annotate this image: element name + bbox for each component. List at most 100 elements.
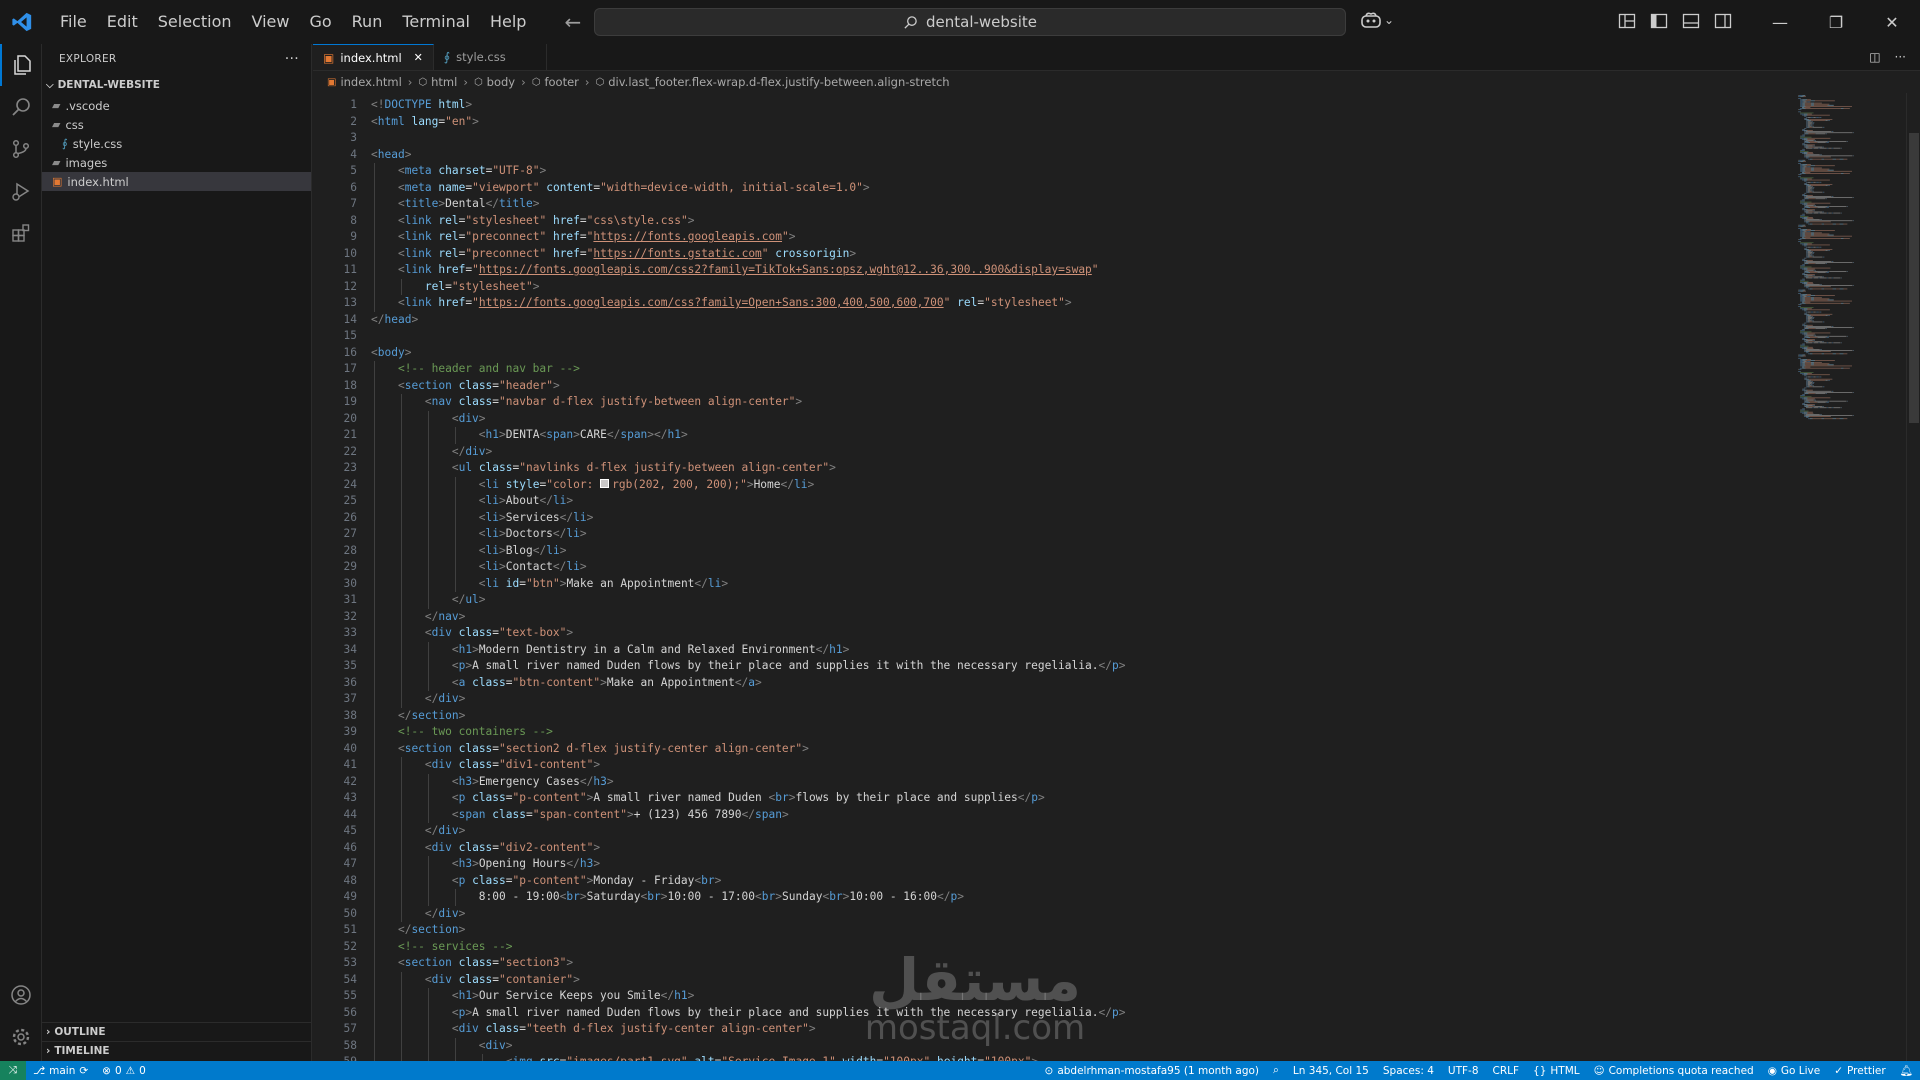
language-mode[interactable]: {} HTML	[1526, 1061, 1587, 1080]
minimize-icon[interactable]: —	[1752, 0, 1808, 44]
close-icon[interactable]: ✕	[1864, 0, 1920, 44]
code-line[interactable]: <!-- two containers -->	[371, 724, 553, 741]
manage-gear-icon[interactable]	[0, 1016, 42, 1058]
menu-selection[interactable]: Selection	[148, 7, 242, 37]
tree-item-images[interactable]: ▰ images	[42, 153, 311, 172]
menu-terminal[interactable]: Terminal	[392, 7, 480, 37]
close-icon[interactable]: ✕	[414, 51, 423, 64]
split-editor-icon[interactable]: ◫	[1869, 50, 1880, 64]
copilot-status[interactable]: ☺ Completions quota reached	[1587, 1061, 1761, 1080]
tree-item-css[interactable]: ▰ css	[42, 115, 311, 134]
code-line[interactable]: </div>	[371, 444, 492, 461]
code-line[interactable]: <link rel="preconnect" href="https://fon…	[371, 229, 796, 246]
restore-icon[interactable]: ❐	[1808, 0, 1864, 44]
minimap[interactable]	[1794, 93, 1906, 423]
code-line[interactable]: 8:00 - 19:00<br>Saturday<br>10:00 - 17:0…	[371, 889, 964, 906]
color-swatch[interactable]	[600, 478, 610, 488]
code-line[interactable]: <!-- services -->	[371, 939, 513, 956]
scrollbar-thumb[interactable]	[1909, 133, 1919, 423]
accounts-icon[interactable]	[0, 974, 42, 1016]
code-line[interactable]: </head>	[371, 312, 418, 329]
code-line[interactable]: <div>	[371, 1038, 513, 1055]
cursor-position[interactable]: Ln 345, Col 15	[1286, 1061, 1376, 1080]
git-blame[interactable]: ⊙ abdelrhman-mostafa95 (1 month ago)	[1038, 1061, 1267, 1080]
code-line[interactable]: <div class="teeth d-flex justify-center …	[371, 1021, 816, 1038]
outline-section[interactable]: › OUTLINE	[42, 1022, 312, 1041]
code-line[interactable]: <link href="https://fonts.googleapis.com…	[371, 262, 1099, 279]
command-center-search[interactable]: dental-website	[594, 8, 1346, 36]
tree-item-vscode[interactable]: ▰ .vscode	[42, 96, 311, 115]
menu-view[interactable]: View	[242, 7, 300, 37]
prettier-status[interactable]: ✓ Prettier	[1827, 1061, 1892, 1080]
code-line[interactable]: <section class="section2 d-flex justify-…	[371, 741, 809, 758]
breadcrumb-item[interactable]: div.last_footer.flex-wrap.d-flex.justify…	[608, 75, 949, 89]
code-line[interactable]: <title>Dental</title>	[371, 196, 540, 213]
code-line[interactable]: <h1>Our Service Keeps you Smile</h1>	[371, 988, 695, 1005]
breadcrumb-item[interactable]: body	[487, 75, 515, 89]
line-ending[interactable]: CRLF	[1486, 1061, 1527, 1080]
search-icon[interactable]	[0, 86, 42, 128]
code-line[interactable]: <h1>DENTA<span>CARE</span></h1>	[371, 427, 688, 444]
code-line[interactable]: <link rel="preconnect" href="https://fon…	[371, 246, 856, 263]
code-line[interactable]: <li id="btn">Make an Appointment</li>	[371, 576, 728, 593]
menu-help[interactable]: Help	[480, 7, 536, 37]
breadcrumb-item[interactable]: footer	[544, 75, 578, 89]
code-line[interactable]: <h3>Opening Hours</h3>	[371, 856, 600, 873]
code-line[interactable]: <span class="span-content">+ (123) 456 7…	[371, 807, 789, 824]
toggle-primary-sidebar-icon[interactable]	[1650, 12, 1668, 30]
code-line[interactable]: <link href="https://fonts.googleapis.com…	[371, 295, 1072, 312]
back-arrow-icon[interactable]: ←	[564, 10, 581, 34]
code-line[interactable]: </div>	[371, 906, 465, 923]
run-debug-icon[interactable]	[0, 170, 42, 212]
notifications-bell-icon[interactable]: 🔔︎	[1893, 1061, 1920, 1080]
timeline-section[interactable]: › TIMELINE	[42, 1041, 312, 1060]
tree-item-indexhtml[interactable]: ▣ index.html	[42, 172, 311, 191]
code-line[interactable]: </section>	[371, 922, 465, 939]
code-line[interactable]: <section class="header">	[371, 378, 560, 395]
code-line[interactable]: <div class="div1-content">	[371, 757, 600, 774]
menu-go[interactable]: Go	[299, 7, 341, 37]
code-line[interactable]: <p class="p-content">Monday - Friday<br>	[371, 873, 722, 890]
project-folder-header[interactable]: ⌵ DENTAL-WEBSITE	[42, 74, 311, 96]
code-line[interactable]: <meta charset="UTF-8">	[371, 163, 546, 180]
code-line[interactable]: <ul class="navlinks d-flex justify-betwe…	[371, 460, 836, 477]
code-line[interactable]: <meta name="viewport" content="width=dev…	[371, 180, 870, 197]
code-line[interactable]: <body>	[371, 345, 411, 362]
code-line[interactable]: <div class="div2-content">	[371, 840, 600, 857]
code-line[interactable]: <li>Doctors</li>	[371, 526, 587, 543]
tab-index-html[interactable]: ▣ index.html ✕	[313, 44, 434, 70]
more-actions-icon[interactable]: ···	[1895, 50, 1906, 64]
code-line[interactable]: <h1>Modern Dentistry in a Calm and Relax…	[371, 642, 849, 659]
zoom-indicator[interactable]: ⌕	[1266, 1061, 1286, 1080]
code-line[interactable]: </section>	[371, 708, 465, 725]
menu-edit[interactable]: Edit	[97, 7, 148, 37]
explorer-icon[interactable]	[0, 44, 42, 86]
code-line[interactable]: </div>	[371, 691, 465, 708]
breadcrumb-item[interactable]: index.html	[340, 75, 401, 89]
code-line[interactable]: <p>A small river named Duden flows by th…	[371, 658, 1126, 675]
customize-layout-icon[interactable]	[1618, 12, 1636, 30]
code-line[interactable]: <a class="btn-content">Make an Appointme…	[371, 675, 762, 692]
menu-run[interactable]: Run	[342, 7, 393, 37]
vertical-scrollbar[interactable]	[1906, 93, 1920, 1061]
code-line[interactable]: <li style="color: rgb(202, 200, 200);">H…	[371, 477, 814, 494]
source-control-icon[interactable]	[0, 128, 42, 170]
code-line[interactable]: </nav>	[371, 609, 465, 626]
tree-item-stylecss[interactable]: ∮ style.css	[42, 134, 311, 153]
breadcrumb-item[interactable]: html	[431, 75, 457, 89]
code-line[interactable]: </div>	[371, 823, 465, 840]
tab-style-css[interactable]: ∮ style.css	[434, 44, 547, 70]
toggle-panel-icon[interactable]	[1682, 12, 1700, 30]
code-editor[interactable]: 1 <!DOCTYPE html> 2 <html lang="en"> 3 4 <head…	[313, 93, 1773, 1061]
code-line[interactable]: <li>Contact</li>	[371, 559, 587, 576]
extensions-icon[interactable]	[0, 212, 42, 254]
code-line[interactable]: rel="stylesheet">	[371, 279, 540, 296]
code-line[interactable]: <li>Services</li>	[371, 510, 594, 527]
indentation[interactable]: Spaces: 4	[1376, 1061, 1441, 1080]
go-live-button[interactable]: ◉ Go Live	[1761, 1061, 1828, 1080]
code-line[interactable]: <!DOCTYPE html>	[371, 97, 472, 114]
code-line[interactable]: <img src="images/part1.svg" alt="Service…	[371, 1054, 1038, 1061]
encoding[interactable]: UTF-8	[1441, 1061, 1486, 1080]
toggle-secondary-sidebar-icon[interactable]	[1714, 12, 1732, 30]
code-line[interactable]: <!-- header and nav bar -->	[371, 361, 580, 378]
